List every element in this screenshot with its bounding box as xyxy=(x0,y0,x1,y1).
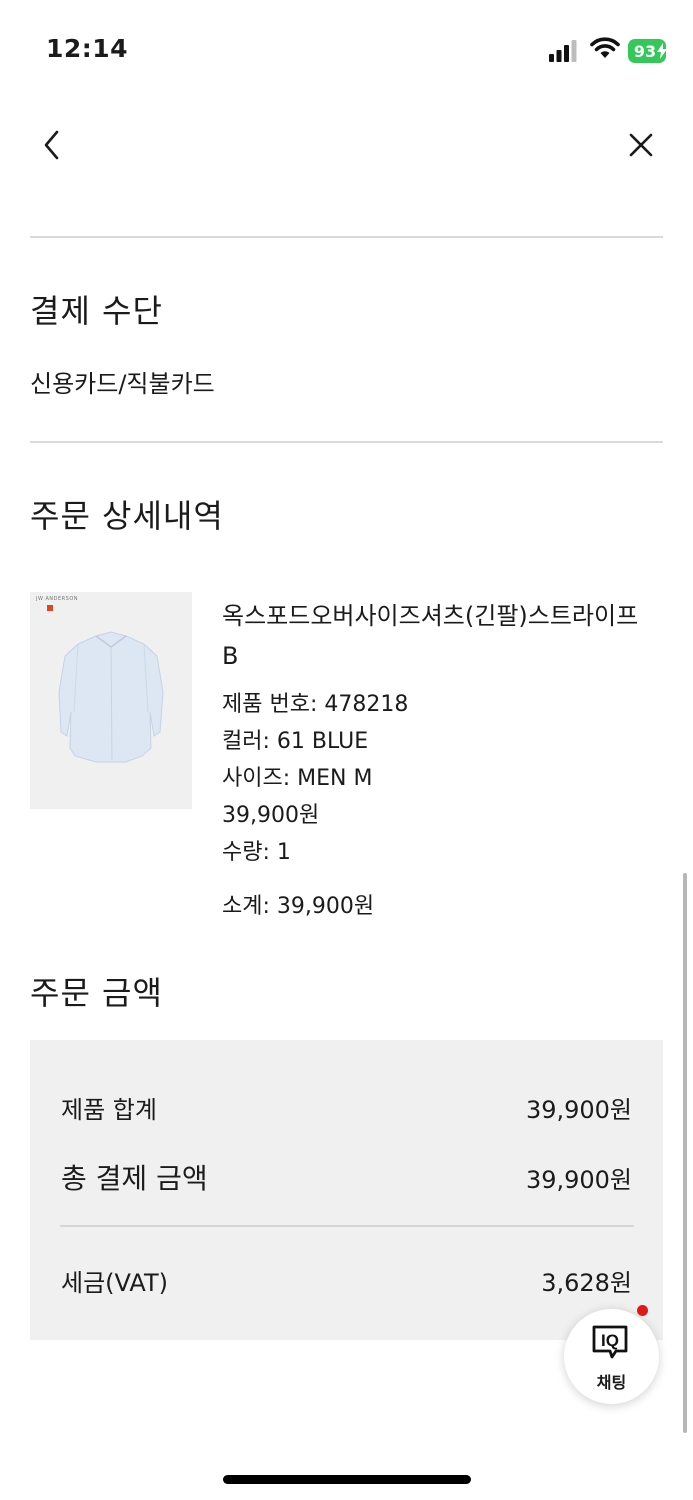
scrollbar[interactable] xyxy=(683,873,687,1433)
wifi-icon xyxy=(590,37,620,58)
product-color: 컬러: 61 BLUE xyxy=(222,729,369,754)
product-quantity: 수량: 1 xyxy=(222,840,291,865)
tax-label: 세금(VAT) xyxy=(61,1269,168,1297)
charging-bolt-icon xyxy=(657,43,667,59)
chat-notification-dot xyxy=(637,1305,648,1316)
iq-chat-icon: IQ xyxy=(592,1325,628,1359)
chat-label: 채팅 xyxy=(596,1373,627,1392)
back-chevron-icon[interactable] xyxy=(38,128,68,162)
totals-divider xyxy=(60,1225,634,1227)
product-number: 제품 번호: 478218 xyxy=(222,692,409,717)
order-details-title: 주문 상세내역 xyxy=(30,497,224,535)
tax-value: 3,628원 xyxy=(541,1269,632,1297)
payment-method-title: 결제 수단 xyxy=(30,292,163,330)
iq-icon-text: IQ xyxy=(601,1331,619,1350)
close-icon[interactable] xyxy=(626,130,656,160)
product-name[interactable]: 옥스포드오버사이즈셔츠(긴팔)스트라이프 B xyxy=(222,596,662,676)
home-indicator xyxy=(223,1475,471,1484)
battery-level: 93 xyxy=(633,41,657,61)
product-subtotal: 소계: 39,900원 xyxy=(222,894,375,919)
product-total-label: 제품 합계 xyxy=(61,1096,157,1124)
shirt-image xyxy=(58,631,164,763)
product-total-value: 39,900원 xyxy=(525,1096,632,1124)
battery-indicator: 93 xyxy=(628,39,667,63)
payment-method-value: 신용카드/직불카드 xyxy=(30,370,215,398)
chat-button[interactable]: IQ 채팅 xyxy=(564,1309,659,1404)
product-size: 사이즈: MEN M xyxy=(222,766,373,791)
product-thumbnail[interactable]: JW ANDERSON xyxy=(30,592,192,809)
status-time: 12:14 xyxy=(46,34,129,63)
signal-icon xyxy=(549,40,577,62)
grand-total-label: 총 결제 금액 xyxy=(61,1162,208,1195)
section-divider xyxy=(30,441,663,443)
product-price: 39,900원 xyxy=(222,803,320,828)
section-divider xyxy=(30,236,663,238)
order-amount-title: 주문 금액 xyxy=(30,974,163,1012)
grand-total-value: 39,900원 xyxy=(525,1166,632,1194)
